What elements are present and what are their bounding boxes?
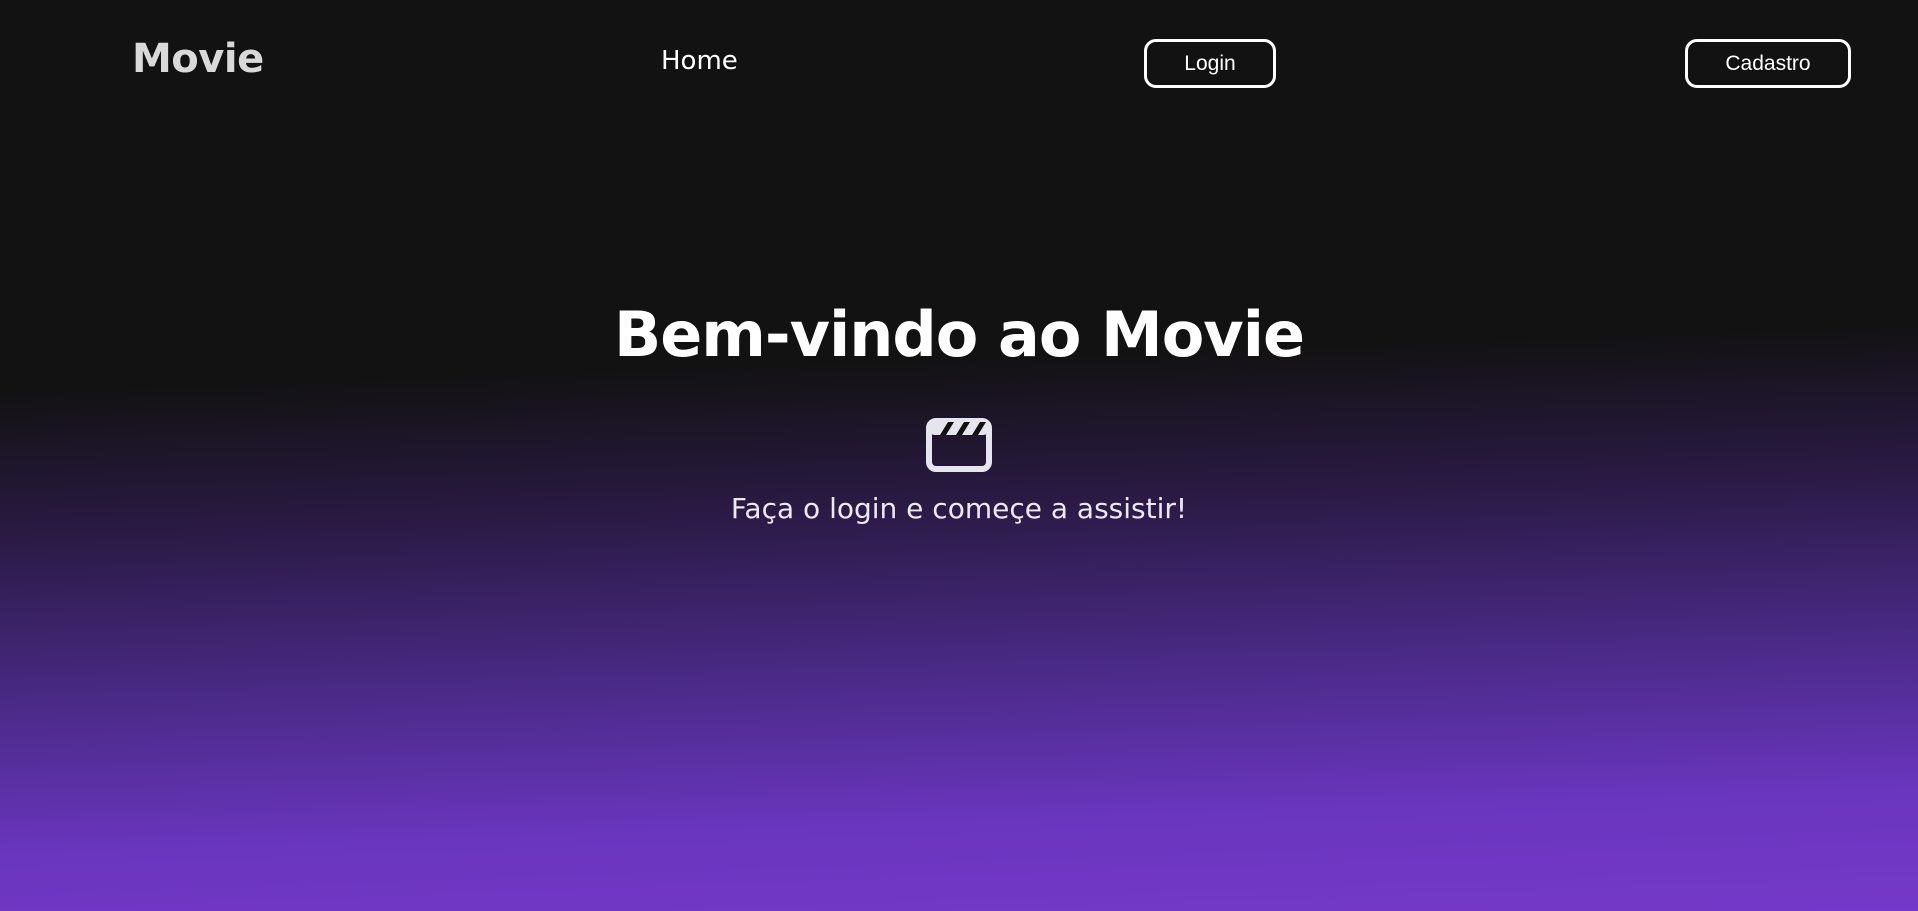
login-button[interactable]: Login — [1144, 39, 1276, 88]
top-navbar: Movie Home Login Cadastro — [0, 0, 1918, 125]
clapperboard-icon-container — [0, 418, 1918, 476]
hero-subtitle: Faça o login e começe a assistir! — [730, 492, 1188, 525]
nav-link-home[interactable]: Home — [661, 46, 738, 76]
hero-title: Bem-vindo ao Movie — [613, 298, 1305, 371]
cadastro-button[interactable]: Cadastro — [1685, 39, 1851, 88]
brand-logo[interactable]: Movie — [132, 36, 264, 82]
hero-section: Bem-vindo ao Movie Faça o login e começe… — [0, 290, 1918, 525]
clapperboard-icon — [926, 418, 992, 472]
